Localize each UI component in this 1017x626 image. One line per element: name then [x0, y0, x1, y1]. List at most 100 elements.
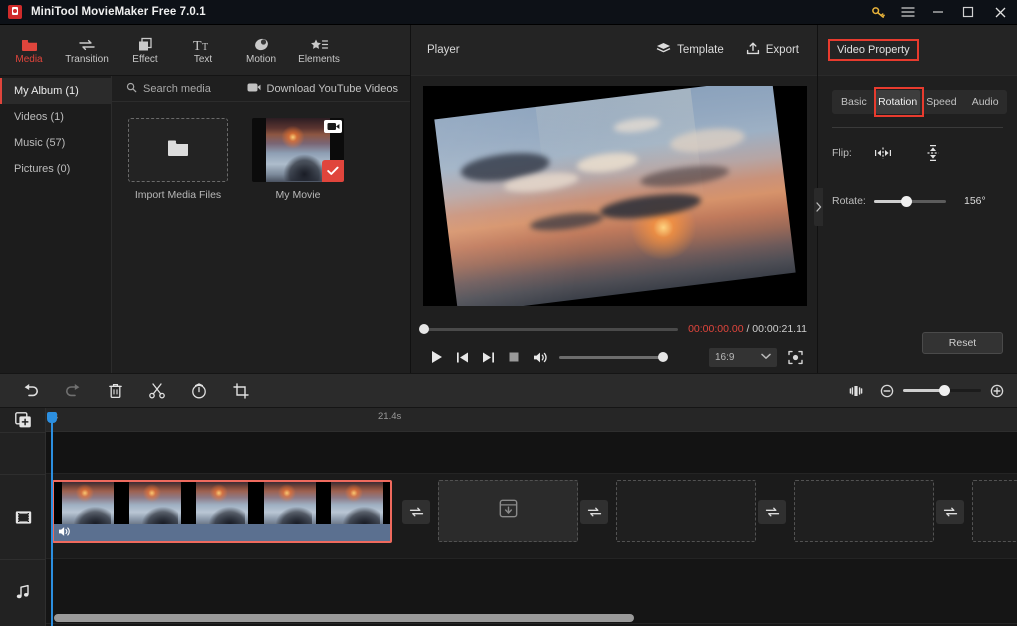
- toolbar-tab-motion[interactable]: Motion: [232, 25, 290, 76]
- playhead[interactable]: [51, 416, 53, 626]
- timeline-zoom-slider[interactable]: [903, 389, 981, 392]
- rotate-row: Rotate: 156°: [832, 191, 1017, 211]
- current-time: 00:00:00.00: [688, 323, 743, 335]
- template-button[interactable]: Template: [656, 42, 724, 58]
- play-button[interactable]: [423, 344, 449, 370]
- clip-volume-icon[interactable]: [58, 524, 71, 542]
- scrollbar-thumb[interactable]: [54, 614, 634, 622]
- main-toolbar: Media Transition Effect TT Text Motion: [0, 25, 410, 76]
- zoom-slider-handle[interactable]: [939, 385, 950, 396]
- preview-video-frame: [434, 86, 795, 306]
- text-track-row[interactable]: [46, 432, 1017, 474]
- zoom-in-icon[interactable]: [987, 373, 1007, 408]
- stop-button[interactable]: [501, 344, 527, 370]
- clip-audio-strip[interactable]: [54, 524, 390, 541]
- redo-button[interactable]: [52, 373, 94, 408]
- video-track-row[interactable]: [46, 474, 1017, 559]
- add-media-track-icon[interactable]: [0, 408, 46, 432]
- crop-button[interactable]: [220, 373, 262, 408]
- clip-frame: [121, 482, 187, 528]
- tab-rotation[interactable]: Rotation: [876, 90, 920, 114]
- fullscreen-button[interactable]: [783, 345, 807, 369]
- volume-icon[interactable]: [527, 344, 553, 370]
- flip-horizontal-icon[interactable]: [870, 142, 896, 164]
- tab-basic[interactable]: Basic: [832, 90, 876, 114]
- flip-row: Flip:: [832, 142, 1017, 164]
- media-thumbnail[interactable]: [252, 118, 344, 182]
- import-media-dropzone[interactable]: [128, 118, 228, 182]
- flip-label: Flip:: [832, 147, 870, 159]
- tab-audio[interactable]: Audio: [963, 90, 1007, 114]
- text-icon: TT: [193, 35, 213, 52]
- timeline-horizontal-scrollbar[interactable]: [46, 614, 1011, 622]
- video-property-tab[interactable]: Video Property: [828, 39, 919, 61]
- sidebar-item-my-album[interactable]: My Album (1): [0, 78, 111, 104]
- volume-slider[interactable]: [559, 356, 664, 359]
- time-display: 00:00:00.00 / 00:00:21.11: [688, 323, 807, 335]
- media-grid: Import Media Files My Movie: [112, 102, 410, 201]
- next-frame-button[interactable]: [475, 344, 501, 370]
- key-icon[interactable]: [863, 0, 893, 25]
- previous-frame-button[interactable]: [449, 344, 475, 370]
- split-button[interactable]: [136, 373, 178, 408]
- sidebar-item-videos[interactable]: Videos (1): [0, 104, 111, 130]
- volume-handle[interactable]: [658, 352, 668, 362]
- timeline-ruler[interactable]: 0s 21.4s: [46, 408, 1017, 432]
- title-bar: MiniTool MovieMaker Free 7.0.1: [0, 0, 1017, 25]
- seek-bar[interactable]: [423, 328, 678, 331]
- transition-slot-button[interactable]: [402, 500, 430, 524]
- clip-frame: [188, 482, 254, 528]
- rotate-slider[interactable]: [874, 200, 946, 203]
- speed-button[interactable]: [178, 373, 220, 408]
- sidebar-item-label: My Album (1): [14, 85, 79, 97]
- rotate-label: Rotate:: [832, 195, 870, 207]
- media-drop-slot[interactable]: [794, 480, 934, 542]
- zoom-out-icon[interactable]: [877, 373, 897, 408]
- menu-icon[interactable]: [893, 0, 923, 25]
- video-track-icon[interactable]: [0, 474, 46, 559]
- toolbar-tab-media[interactable]: Media: [0, 25, 58, 76]
- time-separator: /: [744, 323, 753, 335]
- media-drop-slot[interactable]: [438, 480, 578, 542]
- selected-check-icon: [322, 160, 344, 182]
- media-drop-slot[interactable]: [616, 480, 756, 542]
- reset-button[interactable]: Reset: [922, 332, 1003, 354]
- transition-slot-button[interactable]: [758, 500, 786, 524]
- player-controls: 16:9: [423, 343, 807, 371]
- tab-speed[interactable]: Speed: [920, 90, 964, 114]
- player-panel: Player Template Export: [410, 25, 818, 373]
- rotate-slider-handle[interactable]: [901, 196, 912, 207]
- minimize-icon[interactable]: [923, 0, 953, 25]
- panel-collapse-arrow-icon[interactable]: [814, 188, 823, 226]
- cloud: [529, 209, 605, 234]
- close-icon[interactable]: [983, 0, 1017, 25]
- template-label: Template: [677, 44, 724, 56]
- fit-timeline-icon[interactable]: [835, 373, 877, 408]
- search-media-input[interactable]: Search media: [126, 82, 211, 96]
- undo-button[interactable]: [10, 373, 52, 408]
- player-preview-stage[interactable]: [423, 86, 807, 306]
- transition-slot-button[interactable]: [580, 500, 608, 524]
- video-clip-selected[interactable]: [52, 480, 392, 543]
- export-button[interactable]: Export: [746, 42, 799, 58]
- seek-handle[interactable]: [419, 324, 429, 334]
- aspect-ratio-select[interactable]: 16:9: [709, 348, 777, 367]
- toolbar-tab-transition[interactable]: Transition: [58, 25, 116, 76]
- toolbar-tab-text[interactable]: TT Text: [174, 25, 232, 76]
- download-youtube-label: Download YouTube Videos: [267, 83, 399, 95]
- toolbar-tab-effect[interactable]: Effect: [116, 25, 174, 76]
- transition-slot-button[interactable]: [936, 500, 964, 524]
- import-media-cell[interactable]: Import Media Files: [128, 118, 228, 201]
- maximize-icon[interactable]: [953, 0, 983, 25]
- toolbar-tab-elements[interactable]: Elements: [290, 25, 348, 76]
- folder-import-icon: [166, 138, 190, 163]
- download-youtube-button[interactable]: Download YouTube Videos: [247, 82, 399, 96]
- music-track-icon[interactable]: [0, 559, 46, 624]
- template-icon: [656, 42, 671, 58]
- sidebar-item-pictures[interactable]: Pictures (0): [0, 156, 111, 182]
- media-drop-slot[interactable]: [972, 480, 1017, 542]
- media-item-my-movie[interactable]: My Movie: [248, 118, 348, 201]
- delete-button[interactable]: [94, 373, 136, 408]
- sidebar-item-music[interactable]: Music (57): [0, 130, 111, 156]
- flip-vertical-icon[interactable]: [920, 142, 946, 164]
